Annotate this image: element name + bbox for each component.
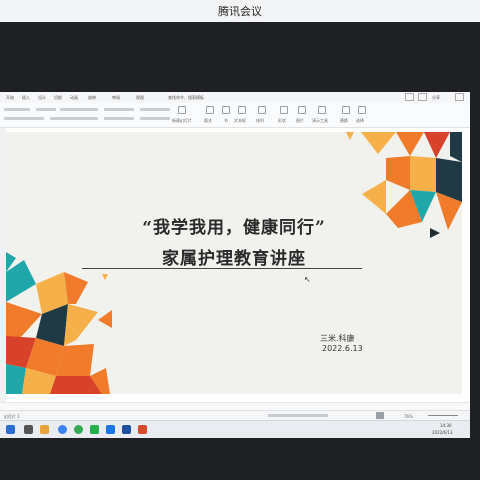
menu-tab-review[interactable]: 审阅 bbox=[112, 95, 120, 101]
menu-tab-view[interactable]: 视图 bbox=[136, 95, 144, 101]
ribbon-label-new-slide: 新建幻灯片 bbox=[172, 118, 192, 123]
slide-date: 2022.6.13 bbox=[322, 344, 363, 353]
browser-icon[interactable] bbox=[58, 425, 67, 434]
ribbon-label-textbox: 文本框 bbox=[234, 118, 246, 123]
ribbon-label-section: 节 bbox=[224, 118, 228, 123]
presentation-tools-icon[interactable] bbox=[318, 106, 326, 114]
meeting-icon[interactable] bbox=[106, 425, 115, 434]
arrange-icon[interactable] bbox=[258, 106, 266, 114]
windows-taskbar: 14:30 2022/6/13 bbox=[0, 420, 470, 438]
slide-author: 三米.科康 bbox=[320, 334, 355, 343]
layout-icon[interactable] bbox=[206, 106, 214, 114]
ribbon-toolbar: 新建幻灯片 版式 节 文本框 排列 形状 图片 演示工具 替换 选择 bbox=[0, 103, 470, 128]
play-slideshow-icon[interactable] bbox=[376, 412, 384, 419]
slide-title-line-1: “我学我用，健康同行” bbox=[142, 218, 326, 238]
horizontal-scrollbar[interactable] bbox=[0, 402, 470, 410]
clock-time: 14:30 bbox=[440, 423, 452, 428]
shape-icon[interactable] bbox=[280, 106, 288, 114]
shared-screen: 开始 插入 设计 切换 动画 放映 审阅 视图 查找命令、搜索模板 分享 新建幻… bbox=[0, 92, 470, 438]
mouse-cursor-icon: ↖ bbox=[304, 275, 311, 284]
ribbon-paragraph-row[interactable] bbox=[104, 108, 134, 111]
title-underline bbox=[82, 268, 362, 269]
menu-tab-slideshow[interactable]: 放映 bbox=[88, 95, 96, 101]
app-icon[interactable] bbox=[122, 425, 131, 434]
ribbon-list-row[interactable] bbox=[140, 108, 170, 111]
menu-tab-animation[interactable]: 动画 bbox=[70, 95, 78, 101]
task-view-icon[interactable] bbox=[24, 425, 33, 434]
zoom-level[interactable]: 76% bbox=[404, 414, 413, 419]
close-icon[interactable] bbox=[455, 93, 464, 101]
ribbon-style-row[interactable] bbox=[4, 117, 44, 120]
share-button[interactable]: 分享 bbox=[432, 95, 440, 101]
file-explorer-icon[interactable] bbox=[40, 425, 49, 434]
menu-tab-design[interactable]: 设计 bbox=[38, 95, 46, 101]
zoom-slider[interactable] bbox=[428, 415, 458, 416]
section-icon[interactable] bbox=[222, 106, 230, 114]
wechat-icon[interactable] bbox=[90, 425, 99, 434]
maximize-icon[interactable] bbox=[418, 93, 427, 101]
ribbon-align-row[interactable] bbox=[50, 117, 98, 120]
slide-canvas[interactable]: “我学我用，健康同行” 家属护理教育讲座 ↖ 三米.科康 2022.6.13 bbox=[6, 132, 462, 394]
start-icon[interactable] bbox=[6, 425, 15, 434]
textbox-icon[interactable] bbox=[238, 106, 246, 114]
clock-date: 2022/6/13 bbox=[432, 430, 453, 435]
search-hint[interactable]: 查找命令、搜索模板 bbox=[168, 95, 204, 101]
ribbon-format-row[interactable] bbox=[60, 108, 98, 111]
menu-tab-transition[interactable]: 切换 bbox=[54, 95, 62, 101]
view-buttons[interactable] bbox=[268, 414, 328, 417]
picture-icon[interactable] bbox=[298, 106, 306, 114]
ribbon-label-replace: 替换 bbox=[340, 118, 348, 123]
ribbon-label-layout: 版式 bbox=[204, 118, 212, 123]
wps-presentation-icon[interactable] bbox=[138, 425, 147, 434]
chrome-icon[interactable] bbox=[74, 425, 83, 434]
meeting-background-bottom bbox=[0, 438, 480, 480]
meeting-background-top bbox=[0, 22, 480, 92]
ribbon-label-picture: 图片 bbox=[296, 118, 304, 123]
ribbon-paragraph-row-2[interactable] bbox=[104, 117, 134, 120]
ribbon-label-presentation-tools: 演示工具 bbox=[312, 118, 328, 123]
meeting-background-right bbox=[470, 92, 480, 438]
menu-tab-home[interactable]: 开始 bbox=[6, 95, 14, 101]
ribbon-label-arrange: 排列 bbox=[256, 118, 264, 123]
meeting-title: 腾讯会议 bbox=[218, 5, 262, 18]
ribbon-font-box[interactable] bbox=[4, 108, 30, 111]
ribbon-list-row-2[interactable] bbox=[140, 117, 170, 120]
new-slide-icon[interactable] bbox=[178, 106, 186, 114]
menu-tab-insert[interactable]: 插入 bbox=[22, 95, 30, 101]
select-icon[interactable] bbox=[358, 106, 366, 114]
ribbon-label-select: 选择 bbox=[356, 118, 364, 123]
slide-title-line-2: 家属护理教育讲座 bbox=[162, 249, 306, 269]
minimize-icon[interactable] bbox=[405, 93, 414, 101]
ribbon-size-box[interactable] bbox=[36, 108, 56, 111]
replace-icon[interactable] bbox=[342, 106, 350, 114]
meeting-title-bar: 腾讯会议 bbox=[0, 0, 480, 22]
ribbon-label-shape: 形状 bbox=[278, 118, 286, 123]
